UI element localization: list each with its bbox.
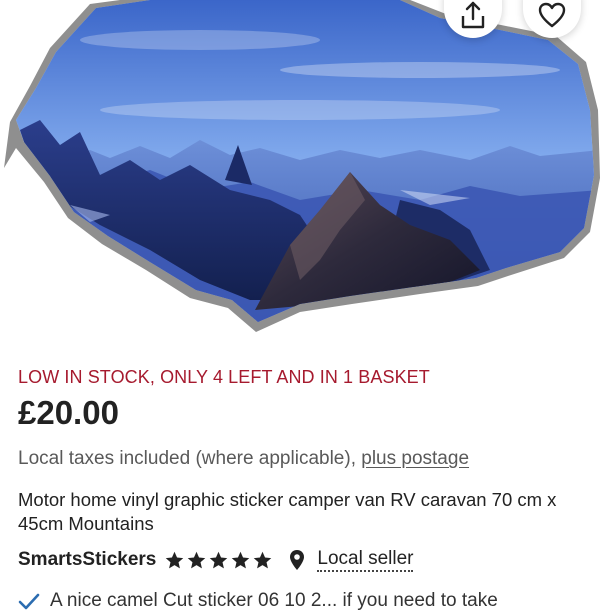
heart-icon — [538, 2, 566, 28]
local-seller-label[interactable]: Local seller — [317, 548, 414, 572]
seller-row: SmartsStickers Local seller — [18, 547, 414, 573]
star-icon — [254, 551, 272, 568]
taxes-note: Local taxes included (where applicable),… — [18, 448, 469, 470]
star-icon — [166, 551, 184, 568]
highlight-row: A nice camel Cut sticker 06 10 2... if y… — [18, 590, 498, 612]
star-rating — [164, 550, 273, 571]
price: £20.00 — [18, 394, 119, 431]
star-icon — [188, 551, 206, 568]
stock-notice: LOW IN STOCK, ONLY 4 LEFT AND IN 1 BASKE… — [18, 367, 430, 387]
postage-link[interactable]: plus postage — [361, 448, 469, 469]
product-image[interactable] — [0, 0, 600, 345]
map-pin-icon — [290, 550, 305, 570]
highlight-text: A nice camel Cut sticker 06 10 2... if y… — [50, 590, 498, 611]
seller-name[interactable]: SmartsStickers — [18, 549, 156, 571]
product-title: Motor home vinyl graphic sticker camper … — [18, 489, 557, 534]
star-icon — [210, 551, 228, 568]
mountain-scene-image — [4, 0, 600, 332]
share-icon — [461, 1, 485, 29]
star-icon — [232, 551, 250, 568]
check-icon — [18, 593, 40, 610]
taxes-text: Local taxes included (where applicable), — [18, 448, 356, 469]
